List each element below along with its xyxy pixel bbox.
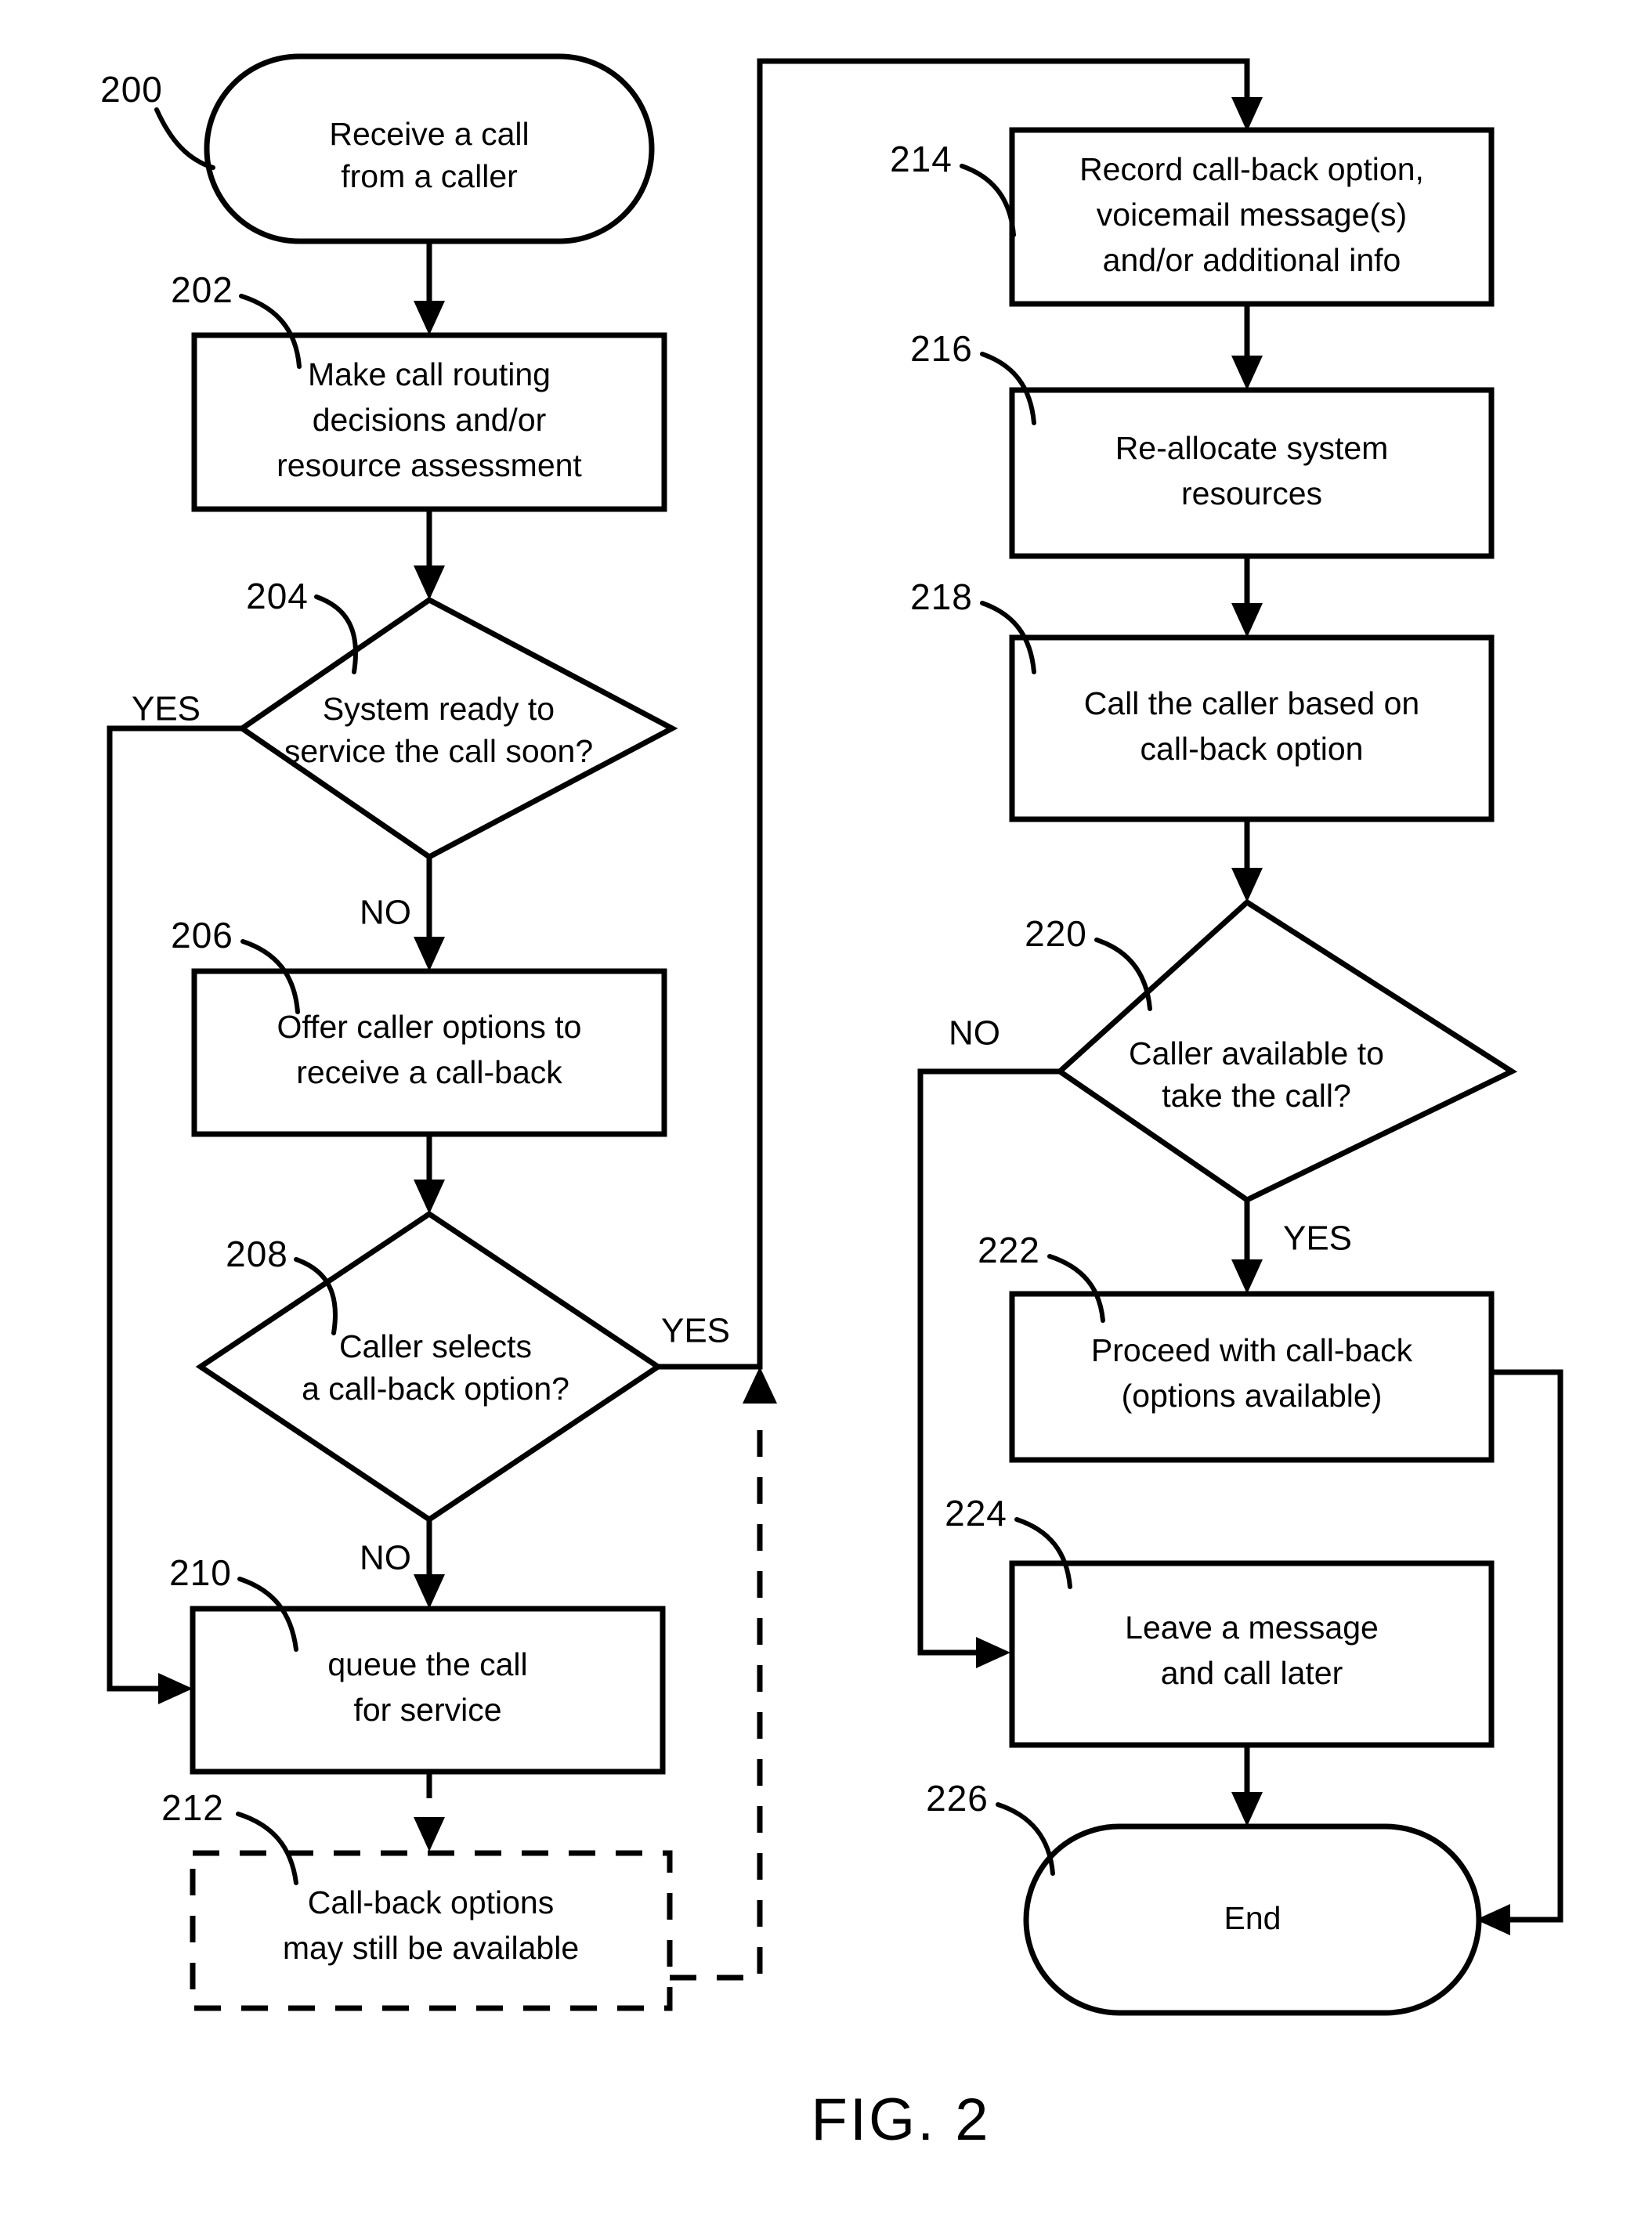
node-210-queue-the-call[interactable]: queue the call for service xyxy=(190,1606,666,1775)
node-222-proceed-with-callback[interactable]: Proceed with call-back (options availabl… xyxy=(1009,1291,1495,1463)
node-202-line-2: decisions and/or xyxy=(313,402,547,438)
connector-212-return-arrowhead xyxy=(743,1367,777,1404)
node-222-line-2: (options available) xyxy=(1122,1378,1383,1414)
node-212-callback-options-available[interactable]: Call-back options may still be available xyxy=(190,1850,673,2011)
connector-220-yes-to-222 xyxy=(1231,1200,1263,1294)
ref-224-text: 224 xyxy=(945,1493,1007,1534)
ref-214: 214 xyxy=(890,139,1016,237)
node-214-line-3: and/or additional info xyxy=(1103,242,1401,278)
ref-214-text: 214 xyxy=(890,139,953,179)
node-202-line-3: resource assessment xyxy=(277,447,582,483)
ref-206-text: 206 xyxy=(171,915,233,956)
node-204-line-2: service the call soon? xyxy=(284,733,593,769)
branch-label-220-no: NO xyxy=(949,1014,1000,1053)
node-216-line-1: Re-allocate system xyxy=(1115,430,1389,466)
ref-226: 226 xyxy=(926,1778,1055,1876)
node-204-line-1: System ready to xyxy=(323,691,555,727)
node-206-offer-caller-options[interactable]: Offer caller options to receive a call-b… xyxy=(191,968,667,1137)
node-214-record-callback-option[interactable]: Record call-back option, voicemail messa… xyxy=(1009,127,1495,307)
connector-200-to-202 xyxy=(414,241,445,335)
node-226-end[interactable]: End xyxy=(1023,1823,1482,2016)
branch-label-208-no: NO xyxy=(360,1539,411,1577)
connector-218-to-220 xyxy=(1231,819,1263,902)
ref-226-text: 226 xyxy=(926,1778,989,1819)
node-202-make-call-routing[interactable]: Make call routing decisions and/or resou… xyxy=(191,332,667,512)
node-204-system-ready[interactable]: System ready to service the call soon? xyxy=(237,596,678,861)
node-202-line-1: Make call routing xyxy=(308,356,551,392)
connector-208-no-to-210 xyxy=(414,1519,445,1609)
node-206-line-1: Offer caller options to xyxy=(277,1009,582,1045)
branch-label-204-no: NO xyxy=(360,894,411,932)
node-224-leave-a-message[interactable]: Leave a message and call later xyxy=(1009,1560,1495,1748)
connector-214-to-216 xyxy=(1231,304,1263,390)
ref-222-text: 222 xyxy=(978,1230,1040,1270)
connector-210-to-212 xyxy=(414,1772,445,1852)
ref-216-text: 216 xyxy=(910,328,973,369)
ref-218-text: 218 xyxy=(910,576,973,617)
ref-204: 204 xyxy=(246,576,358,674)
connector-216-to-218 xyxy=(1231,556,1263,638)
connector-212-to-rail xyxy=(670,1410,763,1981)
node-216-line-2: resources xyxy=(1181,475,1322,511)
ref-210-text: 210 xyxy=(169,1552,232,1593)
ref-204-text: 204 xyxy=(246,576,309,616)
node-200-receive-call[interactable]: Receive a call from a caller xyxy=(204,53,655,244)
node-200-line-2: from a caller xyxy=(341,158,518,194)
figure-label: FIG. 2 xyxy=(811,2086,990,2153)
flowchart-diagram: Receive a call from a caller Make call r… xyxy=(100,53,1563,2153)
node-216-reallocate-resources[interactable]: Re-allocate system resources xyxy=(1009,387,1495,559)
ref-208-text: 208 xyxy=(226,1234,288,1274)
node-200-line-1: Receive a call xyxy=(329,116,529,152)
node-212-line-2: may still be available xyxy=(283,1930,579,1966)
node-220-line-1: Caller available to xyxy=(1129,1035,1384,1071)
branch-label-220-yes: YES xyxy=(1283,1219,1352,1258)
ref-200: 200 xyxy=(100,69,215,170)
ref-202-text: 202 xyxy=(171,269,233,310)
node-214-line-1: Record call-back option, xyxy=(1079,151,1424,187)
node-218-call-the-caller[interactable]: Call the caller based on call-back optio… xyxy=(1009,634,1495,822)
node-218-line-1: Call the caller based on xyxy=(1084,685,1419,721)
node-210-line-2: for service xyxy=(353,1692,501,1728)
connector-204-no-to-206 xyxy=(414,857,445,971)
ref-212-text: 212 xyxy=(161,1787,224,1828)
node-226-line-1: End xyxy=(1224,1900,1281,1936)
node-214-line-2: voicemail message(s) xyxy=(1097,197,1407,233)
ref-220-text: 220 xyxy=(1025,913,1087,954)
connector-206-to-208 xyxy=(414,1134,445,1214)
node-224-line-1: Leave a message xyxy=(1125,1610,1379,1646)
node-218-line-2: call-back option xyxy=(1140,731,1364,767)
ref-220: 220 xyxy=(1025,913,1152,1011)
node-212-line-1: Call-back options xyxy=(308,1884,555,1920)
node-210-line-1: queue the call xyxy=(327,1646,527,1682)
figure-canvas: Receive a call from a caller Make call r… xyxy=(0,0,1652,2240)
node-220-line-2: take the call? xyxy=(1162,1078,1351,1114)
ref-200-text: 200 xyxy=(100,69,163,110)
branch-label-204-yes: YES xyxy=(132,690,201,728)
node-220-caller-available[interactable]: Caller available to take the call? xyxy=(1055,898,1518,1204)
node-206-line-2: receive a call-back xyxy=(296,1054,562,1090)
node-208-line-2: a call-back option? xyxy=(302,1371,569,1407)
node-222-line-1: Proceed with call-back xyxy=(1091,1332,1413,1368)
node-208-line-1: Caller selects xyxy=(339,1328,532,1364)
branch-label-208-yes: YES xyxy=(661,1312,730,1350)
node-224-line-2: and call later xyxy=(1161,1655,1343,1691)
connector-224-to-end xyxy=(1231,1745,1263,1826)
connector-202-to-204 xyxy=(414,509,445,600)
